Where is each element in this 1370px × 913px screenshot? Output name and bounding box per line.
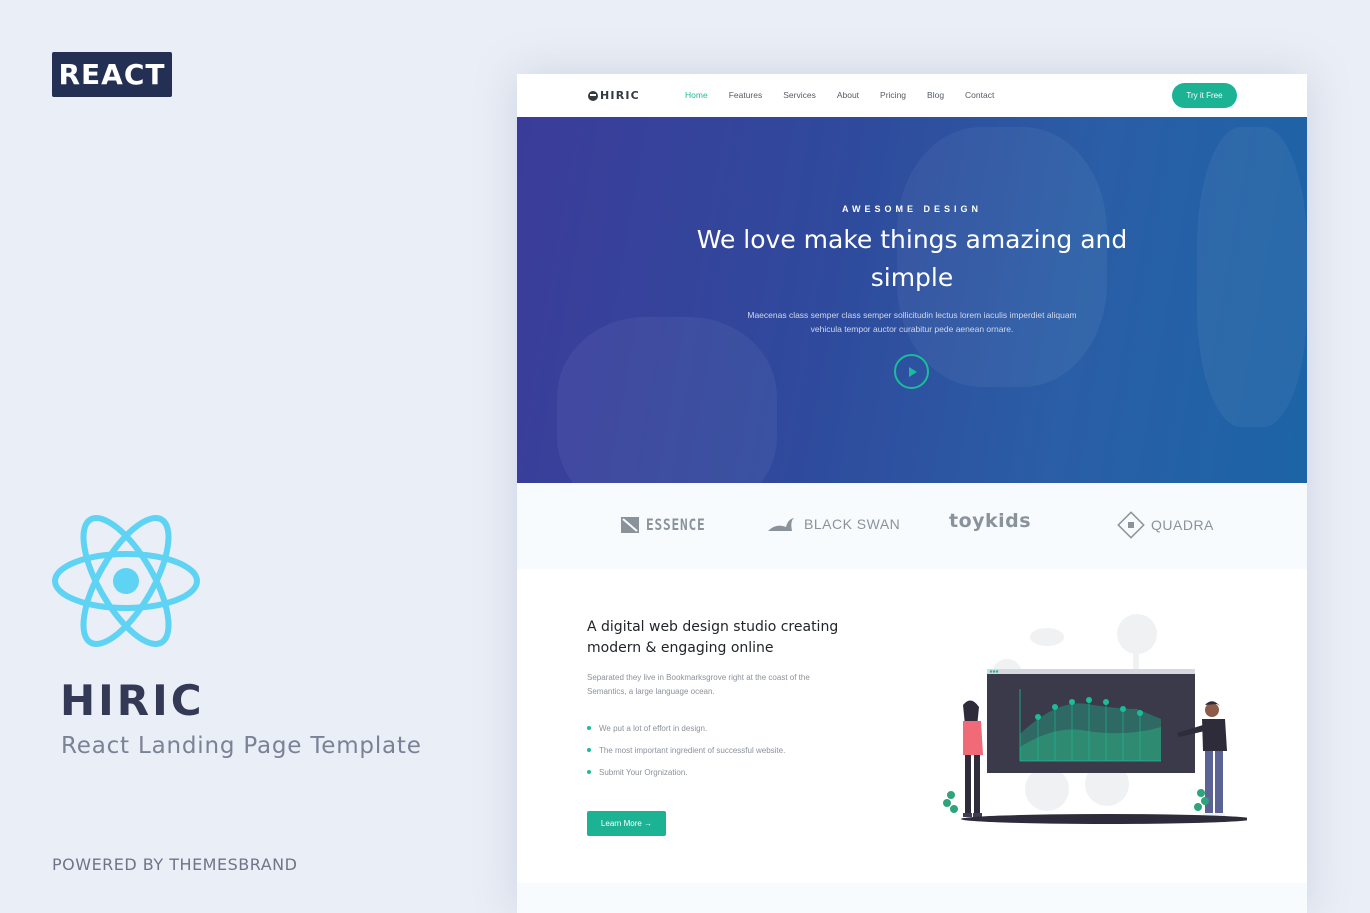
website-mockup: HIRIC Home Features Services About Prici…: [517, 74, 1307, 913]
feature-description: Separated they live in Bookmarksgrove ri…: [587, 673, 810, 696]
swan-logo-icon: [768, 518, 794, 531]
nav-about[interactable]: About: [837, 90, 859, 100]
feature-bullet: Submit Your Orgnization.: [587, 761, 785, 783]
hero-tagline: AWESOME DESIGN: [841, 204, 982, 214]
logo-text: HIRIC: [600, 89, 640, 102]
brand-name: HIRIC: [60, 676, 205, 725]
client-quadra: QUADRA: [1117, 511, 1214, 539]
hero-bg-figure: [1197, 127, 1307, 427]
play-video-button[interactable]: [894, 354, 929, 389]
client-black-swan: BLACK SWAN: [766, 515, 900, 533]
bullet-icon: [587, 748, 591, 752]
feature-list: We put a lot of effort in design. The mo…: [587, 717, 785, 783]
bullet-icon: [587, 770, 591, 774]
navbar: HIRIC Home Features Services About Prici…: [517, 74, 1307, 117]
hero-bg-figure: [557, 317, 777, 483]
client-toykids: toykids: [949, 510, 1032, 532]
try-free-button[interactable]: Try it Free: [1172, 83, 1237, 108]
plants: [943, 789, 1209, 813]
woman-figure: [963, 700, 983, 817]
essence-logo-icon: [621, 516, 639, 533]
brand-subtitle: React Landing Page Template: [61, 733, 422, 759]
bullet-icon: [587, 726, 591, 730]
nav-menu: Home Features Services About Pricing Blo…: [685, 90, 1015, 100]
react-logo-icon: [52, 515, 200, 647]
presentation-illustration: [943, 614, 1247, 824]
hero-section: AWESOME DESIGN We love make things amazi…: [517, 117, 1307, 483]
feature-section: A digital web design studio creating mod…: [517, 569, 1307, 883]
site-logo[interactable]: HIRIC: [588, 89, 640, 102]
feature-bullet: We put a lot of effort in design.: [587, 717, 785, 739]
hero-description: Maecenas class semper class semper solli…: [747, 310, 1077, 334]
client-essence: ESSENCE: [621, 515, 720, 534]
nav-blog[interactable]: Blog: [927, 90, 944, 100]
nav-features[interactable]: Features: [729, 90, 763, 100]
feature-bullet: The most important ingredient of success…: [587, 739, 785, 761]
feature-title: A digital web design studio creating mod…: [587, 619, 839, 656]
client-logos: ESSENCE BLACK SWAN toykids QUADRA: [517, 483, 1307, 569]
next-section: [517, 883, 1307, 913]
quadra-logo-icon: [1117, 511, 1145, 539]
hero-title: We love make things amazing and simple: [696, 225, 1128, 292]
board-titlebar: [987, 669, 1195, 674]
react-badge: REACT: [52, 52, 172, 97]
nav-services[interactable]: Services: [783, 90, 816, 100]
nav-pricing[interactable]: Pricing: [880, 90, 906, 100]
learn-more-button[interactable]: Learn More →: [587, 811, 666, 836]
nav-home[interactable]: Home: [685, 90, 708, 100]
floor-shadow: [961, 814, 1247, 824]
logo-icon: [588, 90, 598, 101]
nav-contact[interactable]: Contact: [965, 90, 994, 100]
powered-by: POWERED BY THEMESBRAND: [52, 855, 298, 874]
